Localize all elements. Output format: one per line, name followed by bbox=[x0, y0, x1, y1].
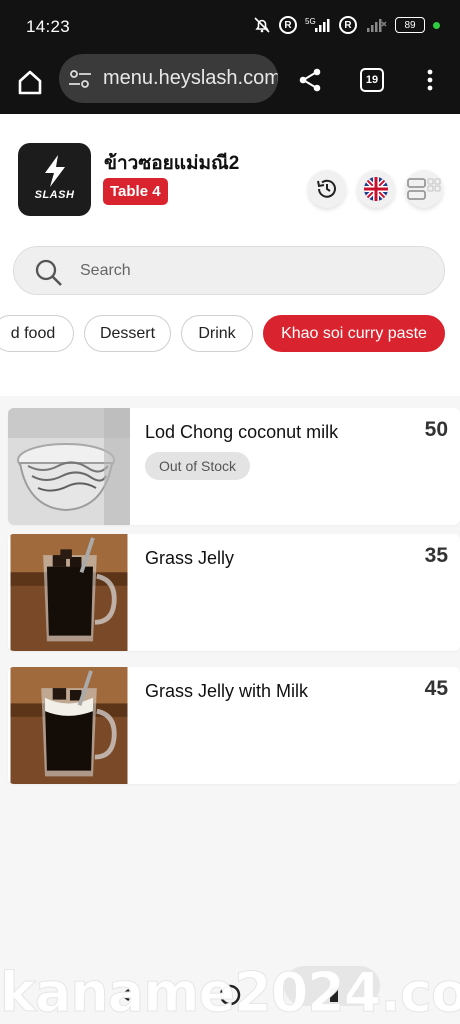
mute-notification-icon bbox=[254, 17, 270, 33]
restaurant-name: ข้าวซอยแม่มณี2 bbox=[104, 153, 240, 174]
category-chip-food[interactable]: d food bbox=[0, 315, 74, 352]
item-name: Grass Jelly with Milk bbox=[145, 681, 309, 701]
layout-toggle-button[interactable] bbox=[405, 170, 443, 208]
logo-text: SLASH bbox=[34, 189, 75, 201]
lightning-icon bbox=[45, 155, 65, 187]
share-icon[interactable] bbox=[296, 66, 324, 94]
status-bar: 14:23 R 5G R 89 bbox=[0, 0, 460, 54]
registered-icon: R bbox=[279, 16, 297, 34]
home-icon[interactable] bbox=[14, 66, 46, 98]
item-photo-lod-chong bbox=[8, 408, 130, 525]
out-of-stock-badge: Out of Stock bbox=[145, 452, 251, 480]
category-chip-drink[interactable]: Drink bbox=[181, 315, 253, 352]
category-chip-dessert[interactable]: Dessert bbox=[84, 315, 171, 352]
signal-5g-icon: 5G bbox=[305, 17, 330, 32]
menu-item-card[interactable]: Lod Chong coconut milk 50 Out of Stock bbox=[8, 408, 460, 525]
svg-text:5G: 5G bbox=[305, 17, 316, 26]
uk-flag-icon bbox=[364, 177, 388, 201]
item-price: 45 bbox=[424, 677, 448, 700]
menu-page: SLASH ข้าวซอยแม่มณี2 Table 4 Search d fo… bbox=[0, 114, 460, 1024]
item-price: 50 bbox=[424, 418, 448, 441]
language-button[interactable] bbox=[357, 170, 395, 208]
category-tabs: d food Dessert Drink Khao soi curry past… bbox=[0, 315, 460, 353]
more-options-icon[interactable] bbox=[418, 66, 442, 94]
item-name: Grass Jelly bbox=[145, 548, 235, 568]
view-layout-icon bbox=[407, 178, 441, 200]
item-price: 35 bbox=[424, 544, 448, 567]
item-photo-grass-jelly-milk bbox=[10, 667, 128, 784]
tab-switcher-button[interactable]: 19 bbox=[360, 68, 384, 92]
address-bar[interactable]: menu.heyslash.com bbox=[59, 54, 278, 103]
browser-toolbar: menu.heyslash.com 19 bbox=[0, 54, 460, 114]
site-settings-icon[interactable] bbox=[67, 68, 93, 90]
table-badge: Table 4 bbox=[103, 178, 168, 205]
item-photo-grass-jelly bbox=[10, 534, 128, 651]
status-icons: R 5G R 89 bbox=[253, 16, 440, 34]
item-name: Lod Chong coconut milk bbox=[145, 422, 339, 442]
privacy-indicator-dot bbox=[433, 21, 440, 29]
watermark-text: kaname2024.com bbox=[0, 962, 460, 1024]
clock: 14:23 bbox=[26, 17, 71, 36]
restaurant-header: SLASH ข้าวซอยแม่มณี2 Table 4 Search d fo… bbox=[0, 114, 460, 396]
history-icon bbox=[317, 179, 336, 198]
order-history-button[interactable] bbox=[308, 170, 346, 208]
slash-logo: SLASH bbox=[18, 143, 91, 216]
search-bar[interactable] bbox=[13, 246, 445, 295]
menu-item-card[interactable]: Grass Jelly 35 bbox=[8, 534, 460, 651]
search-icon bbox=[35, 259, 62, 286]
signal-weak-icon bbox=[367, 19, 387, 32]
registered-icon-2: R bbox=[339, 16, 357, 34]
url-text: menu.heyslash.com bbox=[103, 67, 278, 89]
search-input[interactable] bbox=[80, 259, 420, 283]
battery-icon: 89 bbox=[395, 17, 425, 33]
menu-item-card[interactable]: Grass Jelly with Milk 45 bbox=[8, 667, 460, 784]
category-chip-khao-soi-curry-paste[interactable]: Khao soi curry paste bbox=[263, 315, 445, 352]
